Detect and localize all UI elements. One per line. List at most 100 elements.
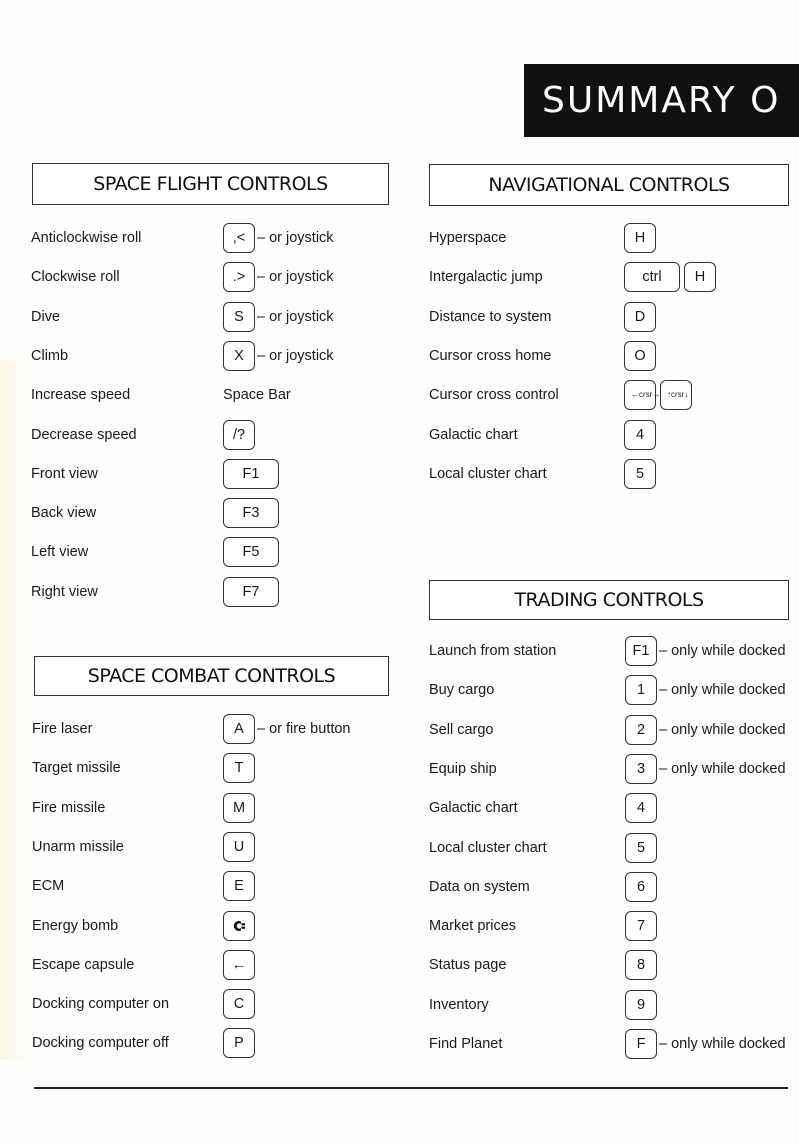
- key-cap: H: [624, 223, 656, 253]
- key-cap: E: [223, 871, 255, 902]
- control-row: Climb X – or joystick: [31, 340, 411, 371]
- space-flight-controls-heading: SPACE FLIGHT CONTROLS: [32, 163, 389, 205]
- control-label: Local cluster chart: [429, 839, 547, 856]
- control-row: Escape capsule ←: [32, 949, 412, 980]
- key-cap: 2: [625, 714, 657, 745]
- key-cap: M: [223, 792, 255, 823]
- trading-controls-heading: TRADING CONTROLS: [429, 580, 789, 620]
- control-label: ECM: [32, 878, 65, 895]
- commodore-logo-icon: [232, 919, 246, 933]
- control-label: Galactic chart: [429, 426, 518, 443]
- key-cap: 4: [624, 419, 656, 450]
- key-cap: P: [223, 1028, 255, 1059]
- section-title-text: NAVIGATIONAL CONTROLS: [488, 174, 730, 196]
- section-title-text: SPACE FLIGHT CONTROLS: [93, 173, 328, 195]
- control-row: Equip ship 3– only while docked: [429, 753, 799, 784]
- key-cap: /?: [223, 419, 255, 450]
- control-label: Find Planet: [429, 1036, 503, 1052]
- control-row: Intergalactic jump ctrl H: [429, 262, 799, 293]
- control-row: Inventory 9: [429, 989, 799, 1020]
- control-label: Dive: [31, 308, 61, 325]
- key-cap: 8: [625, 950, 657, 981]
- control-label: Energy bomb: [32, 917, 119, 934]
- key-cap: D: [624, 301, 656, 332]
- control-row: Fire laser A – or fire button: [32, 714, 412, 744]
- control-label: Inventory: [429, 996, 489, 1013]
- key-cap: F7: [223, 576, 279, 607]
- control-row: Local cluster chart 5: [429, 832, 799, 863]
- control-label: Front view: [31, 465, 98, 482]
- key-text: Space Bar: [223, 387, 291, 404]
- control-note: – only while docked: [659, 760, 786, 777]
- space-combat-controls-heading: SPACE COMBAT CONTROLS: [34, 656, 389, 696]
- control-label: Launch from station: [429, 643, 557, 659]
- control-label: Hyperspace: [429, 230, 507, 246]
- control-note: – only while docked: [659, 721, 786, 738]
- control-label: Unarm missile: [32, 838, 124, 855]
- key-cap: F: [625, 1029, 657, 1059]
- control-label: Climb: [31, 347, 69, 364]
- banner-title: SUMMARY O: [542, 80, 781, 121]
- control-row: Docking computer on C: [32, 989, 412, 1020]
- navigational-controls-heading: NAVIGATIONAL CONTROLS: [429, 164, 789, 206]
- control-note: – or joystick: [257, 269, 334, 286]
- control-row: Find Planet F – only while docked: [429, 1029, 799, 1059]
- key-cap: ctrl: [624, 262, 680, 293]
- control-note: – only while docked: [659, 643, 786, 659]
- control-row: Back view F3: [31, 498, 411, 529]
- control-row: Sell cargo 2– only while docked: [429, 714, 799, 745]
- key-cap: F1: [625, 636, 657, 666]
- summary-banner: SUMMARY O: [524, 64, 799, 137]
- control-label: Increase speed: [31, 387, 131, 404]
- key-cap: ←: [223, 949, 255, 980]
- key-cap: ↑crsr↓: [660, 380, 692, 411]
- control-row: Cursor cross home O: [429, 340, 799, 371]
- control-row: Market prices 7: [429, 911, 799, 942]
- key-cap: 9: [625, 989, 657, 1020]
- key-cap: ←crsr→: [624, 380, 660, 411]
- control-note: – or fire button: [257, 721, 351, 737]
- key-cap: 3: [625, 753, 657, 784]
- key-cap: F5: [223, 537, 279, 568]
- key-cap: F3: [223, 498, 279, 529]
- commodore-key: [223, 910, 255, 941]
- control-row: Decrease speed /?: [31, 419, 411, 450]
- key-cap: A: [223, 714, 255, 744]
- control-label: Clockwise roll: [31, 269, 120, 286]
- control-row: Distance to system D: [429, 301, 799, 332]
- control-row: Clockwise roll .> – or joystick: [31, 262, 411, 293]
- control-row: Status page 8: [429, 950, 799, 981]
- key-cap: 1: [625, 675, 657, 706]
- control-label: Buy cargo: [429, 682, 495, 699]
- key-cap: .>: [223, 262, 255, 293]
- key-cap: 6: [625, 871, 657, 902]
- control-row: Anticlockwise roll ,< – or joystick: [31, 223, 411, 253]
- control-label: Cursor cross control: [429, 387, 559, 404]
- key-cap: 4: [625, 793, 657, 824]
- control-label: Decrease speed: [31, 426, 137, 443]
- control-row: Energy bomb: [32, 910, 412, 941]
- key-cap: 5: [624, 458, 656, 489]
- section-title-text: SPACE COMBAT CONTROLS: [87, 665, 336, 687]
- control-label: Distance to system: [429, 308, 552, 325]
- control-label: Data on system: [429, 878, 530, 895]
- control-row: Fire missile M: [32, 792, 412, 823]
- control-label: Right view: [31, 583, 98, 600]
- control-label: Equip ship: [429, 760, 497, 777]
- bottom-rule: [34, 1087, 788, 1089]
- control-label: Galactic chart: [429, 800, 518, 817]
- control-label: Back view: [31, 505, 97, 522]
- control-row: Left view F5: [31, 537, 411, 568]
- control-label: Escape capsule: [32, 956, 135, 973]
- control-label: Anticlockwise roll: [31, 230, 142, 246]
- control-label: Market prices: [429, 918, 517, 935]
- control-note: – only while docked: [659, 682, 786, 699]
- key-cap: X: [223, 340, 255, 371]
- control-row: Target missile T: [32, 753, 412, 784]
- key-cap: S: [223, 301, 255, 332]
- section-title-text: TRADING CONTROLS: [514, 589, 704, 611]
- control-row: Galactic chart 4: [429, 793, 799, 824]
- control-label: Fire missile: [32, 799, 106, 816]
- control-label: Intergalactic jump: [429, 269, 543, 286]
- control-row: Right view F7: [31, 576, 411, 607]
